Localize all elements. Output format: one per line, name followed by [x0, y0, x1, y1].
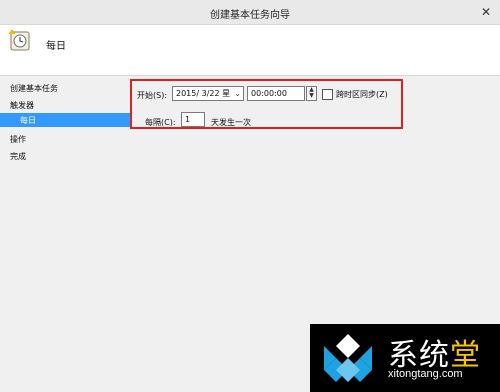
sidebar-item-action[interactable]: 操作	[10, 134, 26, 145]
sidebar-item-create-basic-task[interactable]: 创建基本任务	[10, 83, 58, 94]
title-bar: 创建基本任务向导 ✕	[0, 0, 500, 25]
sidebar-item-daily[interactable]: 每日	[0, 113, 130, 127]
start-time-value: 00:00:00	[251, 89, 287, 98]
start-date-picker[interactable]: 2015/ 3/22 星 ⌄	[172, 86, 244, 101]
wizard-steps: 创建基本任务 触发器 每日 操作 完成	[0, 77, 130, 277]
sync-timezone-label: 跨时区同步(Z)	[336, 90, 388, 99]
watermark-logo-icon	[324, 334, 372, 382]
every-days-input[interactable]: 1	[181, 112, 205, 127]
watermark-url: xitongtang.com	[388, 368, 463, 380]
sidebar-item-label: 每日	[20, 116, 36, 125]
clock-calendar-icon	[8, 29, 30, 51]
every-unit-label: 天发生一次	[211, 118, 251, 127]
chevron-down-icon[interactable]: ⌄	[234, 87, 241, 100]
header-panel: 每日	[0, 25, 500, 76]
start-time-field[interactable]: 00:00:00	[247, 86, 305, 101]
start-date-value: 2015/ 3/22 星	[176, 89, 231, 98]
every-days-value: 1	[185, 115, 191, 124]
sidebar-item-trigger[interactable]: 触发器	[10, 100, 34, 111]
sidebar-item-finish[interactable]: 完成	[10, 151, 26, 162]
start-label: 开始(S):	[137, 91, 168, 100]
spinner-down-icon[interactable]: ▼	[307, 93, 316, 99]
close-button[interactable]: ✕	[478, 5, 494, 19]
time-spinner[interactable]: ▲ ▼	[306, 86, 317, 101]
window-title: 创建基本任务向导	[210, 10, 290, 21]
watermark: 系统堂 xitongtang.com	[310, 324, 500, 392]
every-label: 每隔(C):	[145, 118, 176, 127]
page-title: 每日	[46, 41, 66, 52]
sync-timezone-checkbox[interactable]	[322, 89, 333, 100]
